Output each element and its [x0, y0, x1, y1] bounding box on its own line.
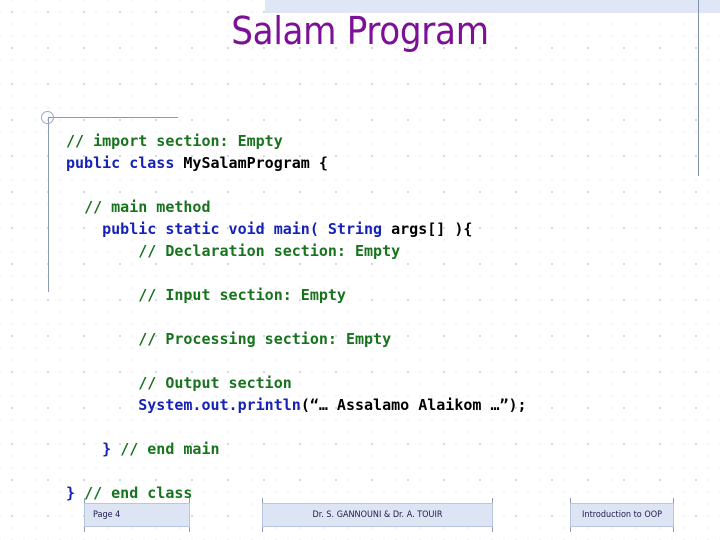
code-comment: // Output section — [138, 374, 292, 392]
code-line: // Input section: Empty — [66, 284, 706, 306]
code-line: System.out.println(“… Assalamo Alaikom …… — [66, 394, 706, 416]
code-keyword: public static void main( String — [102, 220, 392, 238]
slide-canvas: Salam Program // import section: Empty pu… — [0, 0, 720, 540]
code-identifier: MySalamProgram { — [183, 154, 328, 172]
code-line: } // end main — [66, 438, 706, 460]
code-keyword: System.out.println — [138, 396, 301, 414]
code-keyword: } — [102, 440, 121, 458]
code-comment: // Declaration section: Empty — [138, 242, 401, 260]
footer-course: Introduction to OOP — [570, 503, 674, 527]
circle-marker-icon — [41, 111, 54, 124]
code-identifier: (“… Assalamo Alaikom …”); — [300, 396, 527, 414]
code-line: public static void main( String args[] )… — [66, 218, 706, 240]
left-vertical-rule — [48, 117, 49, 292]
code-comment: // end class — [84, 484, 193, 502]
code-comment: // import section: Empty — [66, 132, 283, 150]
code-comment: // Processing section: Empty — [138, 330, 392, 348]
code-keyword: } — [66, 484, 85, 502]
code-block: // import section: Empty public class MyS… — [66, 130, 706, 504]
left-horizontal-rule — [48, 117, 178, 118]
code-identifier: args[] ){ — [391, 220, 473, 238]
slide-title: Salam Program — [231, 9, 489, 53]
code-comment: // main method — [84, 198, 211, 216]
code-line: // Processing section: Empty — [66, 328, 706, 350]
code-line: public class MySalamProgram { — [66, 152, 706, 174]
code-line: // import section: Empty — [66, 130, 706, 152]
code-line: // main method — [66, 196, 706, 218]
code-keyword: public class — [66, 154, 184, 172]
code-line: // Output section — [66, 372, 706, 394]
footer-page-number: Page 4 — [84, 503, 190, 527]
footer-authors: Dr. S. GANNOUNI & Dr. A. TOUIR — [262, 503, 493, 527]
code-line: // Declaration section: Empty — [66, 240, 706, 262]
code-comment: // end main — [120, 440, 220, 458]
code-comment: // Input section: Empty — [138, 286, 346, 304]
code-line: } // end class — [66, 482, 706, 504]
